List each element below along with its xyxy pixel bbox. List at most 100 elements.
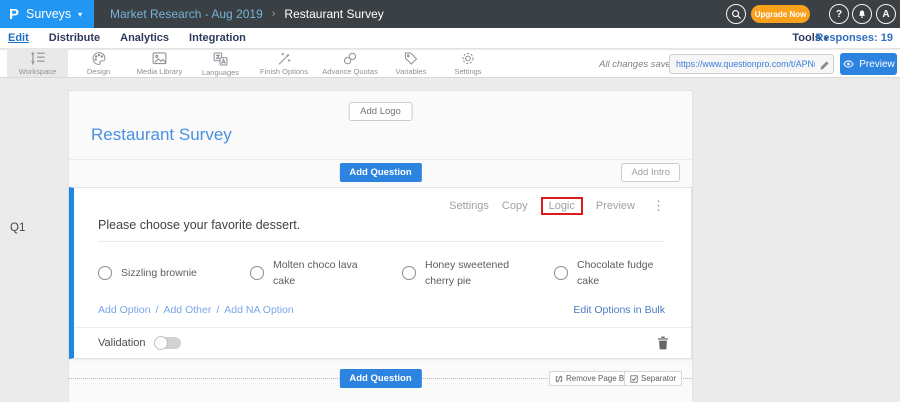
- tool-label: Advance Quotas: [322, 67, 377, 76]
- bell-icon: [857, 9, 867, 20]
- translate-icon: [212, 51, 229, 67]
- delete-question-button[interactable]: [657, 336, 669, 350]
- question-settings-link[interactable]: Settings: [449, 200, 489, 212]
- question-number-label: Q1: [10, 222, 25, 234]
- eye-icon: [842, 59, 855, 69]
- upgrade-now-button[interactable]: Upgrade Now: [751, 5, 810, 23]
- question-text-underline: [98, 241, 665, 242]
- tool-label: Design: [87, 67, 110, 76]
- tool-label: Settings: [454, 67, 481, 76]
- breadcrumb-separator-icon: ›: [272, 8, 276, 20]
- tag-icon: [403, 51, 419, 66]
- tab-edit[interactable]: Edit: [8, 32, 29, 44]
- question-mark-icon: ?: [836, 9, 842, 20]
- breadcrumb-folder[interactable]: Market Research - Aug 2019: [110, 7, 263, 21]
- checked-checkbox-icon: [630, 375, 638, 383]
- tool-workspace[interactable]: Workspace: [7, 50, 68, 77]
- add-na-option-link[interactable]: Add NA Option: [224, 304, 293, 316]
- tool-label: Variables: [396, 67, 427, 76]
- tab-analytics[interactable]: Analytics: [120, 32, 169, 44]
- tool-label: Finish Options: [260, 67, 308, 76]
- tool-label: Languages: [202, 68, 239, 77]
- answer-option: Honey sweetened cherry pie: [402, 250, 554, 296]
- surveys-menu[interactable]: P Surveys ▾: [0, 0, 94, 28]
- option-links: Add Option / Add Other / Add NA Option: [98, 304, 294, 316]
- preview-button[interactable]: Preview: [840, 53, 897, 75]
- add-option-link[interactable]: Add Option: [98, 304, 151, 316]
- survey-header: Add Logo Restaurant Survey: [69, 91, 692, 160]
- tab-distribute[interactable]: Distribute: [49, 32, 100, 44]
- search-button[interactable]: [726, 4, 746, 24]
- add-question-button-bottom[interactable]: Add Question: [339, 369, 421, 388]
- chevron-down-icon: ▾: [78, 10, 82, 19]
- kebab-menu-icon[interactable]: ⋮: [652, 198, 665, 214]
- app-root: P Surveys ▾ Market Research - Aug 2019 ›…: [0, 0, 900, 402]
- toolbar: Workspace Design Media Library Languages…: [0, 50, 900, 78]
- survey-page-card: Add Logo Restaurant Survey Add Question …: [68, 90, 693, 402]
- survey-canvas: Q1 Add Logo Restaurant Survey Add Questi…: [0, 79, 900, 402]
- toggle-knob: [154, 336, 168, 350]
- add-question-button-top[interactable]: Add Question: [339, 163, 421, 182]
- tool-finish-options[interactable]: Finish Options: [251, 50, 317, 77]
- questionpro-logo-icon: P: [9, 7, 19, 22]
- help-button[interactable]: ?: [829, 4, 849, 24]
- breadcrumb: Market Research - Aug 2019 › Restaurant …: [110, 0, 384, 28]
- validation-control: Validation: [98, 337, 181, 349]
- radio-button[interactable]: [402, 266, 416, 280]
- topbar: P Surveys ▾ Market Research - Aug 2019 ›…: [0, 0, 900, 28]
- answer-option: Sizzling brownie: [98, 250, 250, 296]
- breadcrumb-current: Restaurant Survey: [284, 7, 383, 21]
- radio-button[interactable]: [554, 266, 568, 280]
- magic-wand-icon: [276, 51, 292, 66]
- edit-url-pencil-icon[interactable]: [819, 58, 830, 76]
- question-block-q1: Settings Copy Logic Preview ⋮ Please cho…: [69, 187, 692, 359]
- link-separator: /: [216, 304, 219, 316]
- radio-button[interactable]: [98, 266, 112, 280]
- notifications-button[interactable]: [852, 4, 872, 24]
- broken-link-icon: [555, 375, 563, 383]
- product-label: Surveys: [26, 7, 71, 21]
- tool-variables[interactable]: Variables: [383, 50, 439, 77]
- toolbar-items: Workspace Design Media Library Languages…: [7, 50, 497, 77]
- radio-button[interactable]: [250, 266, 264, 280]
- validation-toggle[interactable]: [155, 337, 181, 349]
- question-text[interactable]: Please choose your favorite dessert.: [98, 218, 300, 232]
- avatar[interactable]: A: [876, 4, 896, 24]
- tab-integration[interactable]: Integration: [189, 32, 246, 44]
- palette-icon: [91, 51, 107, 66]
- question-footer: Validation: [98, 327, 669, 358]
- trash-icon: [657, 336, 669, 350]
- tool-design[interactable]: Design: [68, 50, 129, 77]
- workspace-icon: [29, 51, 47, 66]
- avatar-initial: A: [882, 9, 889, 20]
- tool-languages[interactable]: Languages: [190, 50, 251, 77]
- option-label[interactable]: Molten choco lava cake: [273, 257, 369, 290]
- question-copy-link[interactable]: Copy: [502, 200, 528, 212]
- separator-label: Separator: [641, 374, 676, 383]
- add-logo-button[interactable]: Add Logo: [348, 102, 413, 121]
- tool-label: Workspace: [19, 67, 56, 76]
- tool-settings[interactable]: Settings: [439, 50, 497, 77]
- survey-title[interactable]: Restaurant Survey: [91, 125, 232, 145]
- tool-label: Media Library: [137, 67, 182, 76]
- answer-option: Chocolate fudge cake: [554, 250, 706, 296]
- question-actions: Settings Copy Logic Preview ⋮: [449, 197, 665, 215]
- tool-advance-quotas[interactable]: Advance Quotas: [317, 50, 383, 77]
- add-intro-button[interactable]: Add Intro: [621, 163, 680, 182]
- validation-label: Validation: [98, 337, 146, 349]
- add-other-link[interactable]: Add Other: [163, 304, 211, 316]
- tool-media-library[interactable]: Media Library: [129, 50, 190, 77]
- survey-url-box: [669, 54, 834, 74]
- question-preview-link[interactable]: Preview: [596, 200, 635, 212]
- separator-toggle-button[interactable]: Separator: [624, 371, 682, 386]
- option-label[interactable]: Chocolate fudge cake: [577, 257, 673, 290]
- survey-url-input[interactable]: [669, 54, 834, 74]
- edit-options-in-bulk-link[interactable]: Edit Options in Bulk: [573, 304, 665, 316]
- responses-count[interactable]: Responses: 19: [815, 32, 893, 44]
- option-label[interactable]: Honey sweetened cherry pie: [425, 257, 521, 290]
- option-label[interactable]: Sizzling brownie: [121, 265, 197, 281]
- image-icon: [151, 51, 168, 66]
- question-logic-link[interactable]: Logic: [541, 197, 583, 215]
- gear-icon: [460, 51, 476, 66]
- option-links-row: Add Option / Add Other / Add NA Option E…: [98, 304, 665, 316]
